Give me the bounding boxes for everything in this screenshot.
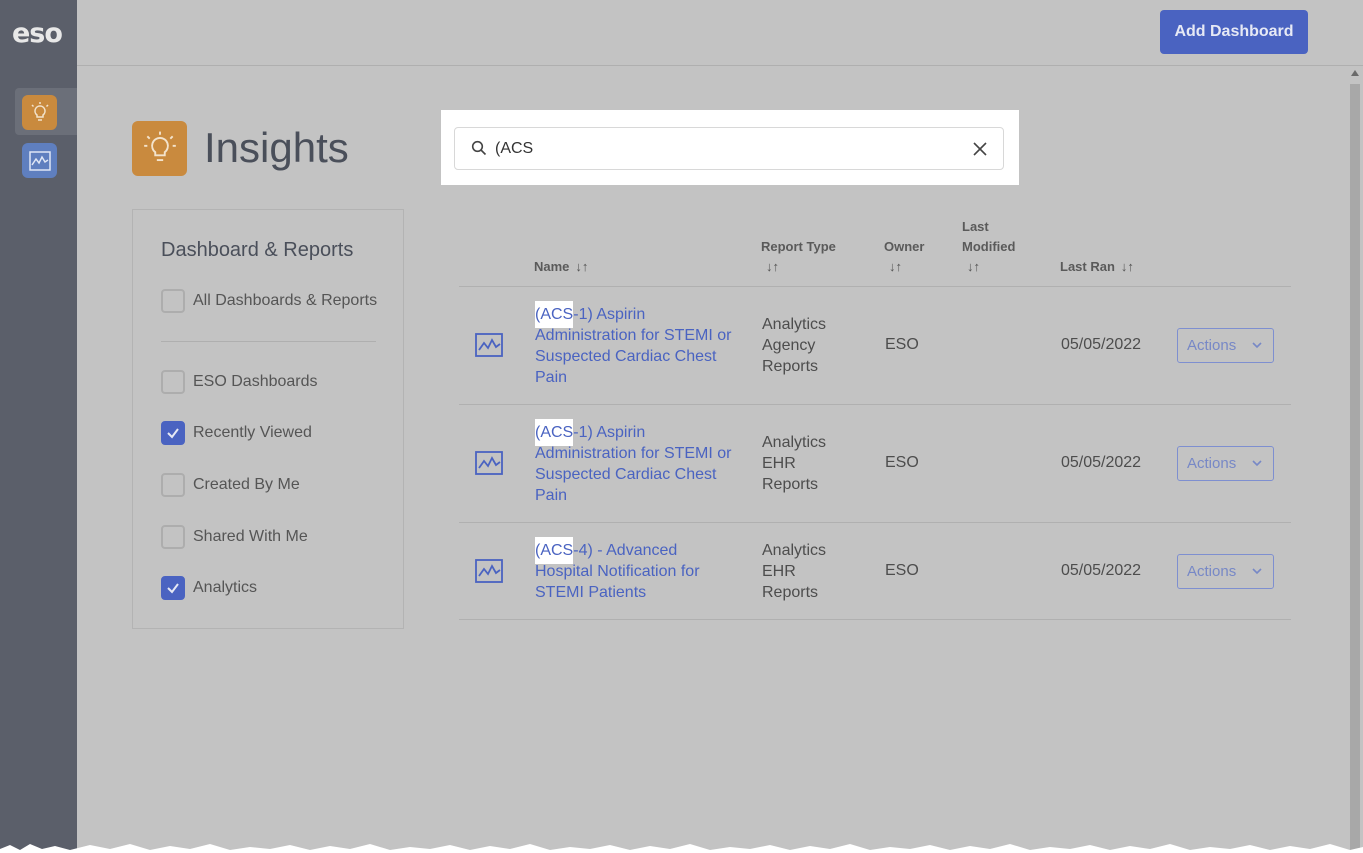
filter-label: Shared With Me [193, 528, 308, 545]
checkbox[interactable] [161, 473, 185, 497]
report-type: Analytics EHR Reports [762, 432, 842, 495]
actions-label: Actions [1187, 337, 1237, 354]
search-match-highlight: (ACS [535, 537, 574, 564]
close-icon[interactable] [972, 141, 988, 157]
report-last-ran: 05/05/2022 [1061, 454, 1142, 471]
search-spotlight [441, 110, 1019, 185]
page-title: Insights [204, 124, 349, 171]
search-input[interactable] [495, 128, 955, 169]
insights-header-icon [132, 121, 187, 176]
checkbox[interactable] [161, 289, 185, 313]
checkmark-icon [167, 428, 179, 439]
header-label: Last Ran [1060, 259, 1115, 274]
chevron-down-icon [1252, 342, 1262, 349]
panel-divider [161, 341, 376, 342]
checkbox[interactable] [161, 525, 185, 549]
header-label: Name [534, 259, 570, 274]
column-header-report-type[interactable]: Report Type ↓↑ [761, 237, 836, 277]
lightbulb-icon [30, 101, 49, 121]
column-header-last-modified[interactable]: Last Modified ↓↑ [962, 217, 1015, 277]
filter-panel-title: Dashboard & Reports [161, 239, 354, 261]
report-name-link[interactable]: (ACS-4) - Advanced Hospital Notification… [535, 537, 725, 603]
filter-analytics[interactable]: Analytics [161, 576, 257, 600]
search-match-highlight: (ACS [535, 301, 574, 328]
scroll-thumb[interactable] [1350, 84, 1360, 853]
report-type-line: Agency [762, 337, 816, 354]
header-label: Report Type [761, 239, 836, 254]
analytics-chart-icon [475, 559, 503, 583]
actions-dropdown[interactable]: Actions [1177, 328, 1274, 363]
sort-icon[interactable]: ↓↑ [967, 257, 980, 277]
report-type-line: EHR [762, 563, 796, 580]
table-row-divider [459, 404, 1291, 405]
report-type-line: Reports [762, 358, 819, 375]
rail-insights-button[interactable] [22, 95, 57, 130]
table-row-divider [459, 619, 1291, 620]
scroll-up-arrow-icon[interactable] [1351, 70, 1359, 76]
filter-label: ESO Dashboards [193, 373, 318, 390]
search-box[interactable] [454, 127, 1004, 170]
analytics-chart-icon [475, 451, 503, 475]
sort-icon[interactable]: ↓↑ [575, 257, 588, 277]
report-type-line: Analytics [762, 434, 827, 451]
filter-panel: Dashboard & Reports All Dashboards & Rep… [132, 209, 404, 629]
report-type: Analytics EHR Reports [762, 540, 842, 603]
report-type-line: EHR [762, 455, 796, 472]
report-name-link[interactable]: (ACS-1) Aspirin Administration for STEMI… [535, 419, 735, 506]
table-row-divider [459, 522, 1291, 523]
checkbox[interactable] [161, 370, 185, 394]
report-type-line: Analytics [762, 316, 827, 333]
report-last-ran: 05/05/2022 [1061, 336, 1142, 353]
chevron-down-icon [1252, 568, 1262, 575]
header-label: Owner [884, 239, 925, 254]
filter-label: Recently Viewed [193, 424, 312, 441]
analytics-icon [28, 150, 51, 171]
checkbox-checked[interactable] [161, 576, 185, 600]
report-type: Analytics Agency Reports [762, 314, 842, 377]
table-divider [459, 286, 1291, 287]
filter-label: All Dashboards & Reports [193, 292, 378, 309]
report-owner: ESO [885, 454, 919, 471]
checkmark-icon [167, 583, 179, 594]
filter-recently-viewed[interactable]: Recently Viewed [161, 421, 312, 445]
report-type-line: Reports [762, 476, 819, 493]
sort-icon[interactable]: ↓↑ [1121, 257, 1134, 277]
left-rail: eso [0, 0, 77, 853]
column-header-last-ran[interactable]: Last Ran ↓↑ [1060, 257, 1134, 277]
actions-label: Actions [1187, 563, 1237, 580]
search-icon [471, 140, 487, 156]
analytics-chart-icon [475, 333, 503, 357]
eso-logo: eso [12, 18, 63, 49]
header-label-line2: Modified [962, 239, 1016, 254]
filter-all-dashboards[interactable]: All Dashboards & Reports [161, 289, 377, 313]
filter-label: Analytics [193, 579, 258, 596]
report-name-link[interactable]: (ACS-1) Aspirin Administration for STEMI… [535, 301, 735, 388]
filter-eso-dashboards[interactable]: ESO Dashboards [161, 370, 318, 394]
vertical-scrollbar[interactable] [1347, 66, 1363, 853]
checkbox-checked[interactable] [161, 421, 185, 445]
search-match-highlight: (ACS [535, 419, 574, 446]
report-type-line: Reports [762, 584, 819, 601]
sort-icon[interactable]: ↓↑ [766, 257, 779, 277]
header-label-line1: Last [962, 219, 989, 234]
report-last-ran: 05/05/2022 [1061, 562, 1142, 579]
filter-label: Created By Me [193, 476, 300, 493]
column-header-owner[interactable]: Owner ↓↑ [884, 237, 924, 277]
rail-analytics-button[interactable] [22, 143, 57, 178]
torn-edge-decoration [0, 844, 1363, 853]
report-type-line: Analytics [762, 542, 827, 559]
chevron-down-icon [1252, 460, 1262, 467]
filter-shared-with-me[interactable]: Shared With Me [161, 525, 308, 549]
lightbulb-icon [143, 131, 176, 161]
sort-icon[interactable]: ↓↑ [889, 257, 902, 277]
add-dashboard-button[interactable]: Add Dashboard [1160, 10, 1308, 54]
column-header-name[interactable]: Name ↓↑ [534, 257, 588, 277]
filter-created-by-me[interactable]: Created By Me [161, 473, 300, 497]
actions-label: Actions [1187, 455, 1237, 472]
report-owner: ESO [885, 562, 919, 579]
report-owner: ESO [885, 336, 919, 353]
actions-dropdown[interactable]: Actions [1177, 446, 1274, 481]
actions-dropdown[interactable]: Actions [1177, 554, 1274, 589]
